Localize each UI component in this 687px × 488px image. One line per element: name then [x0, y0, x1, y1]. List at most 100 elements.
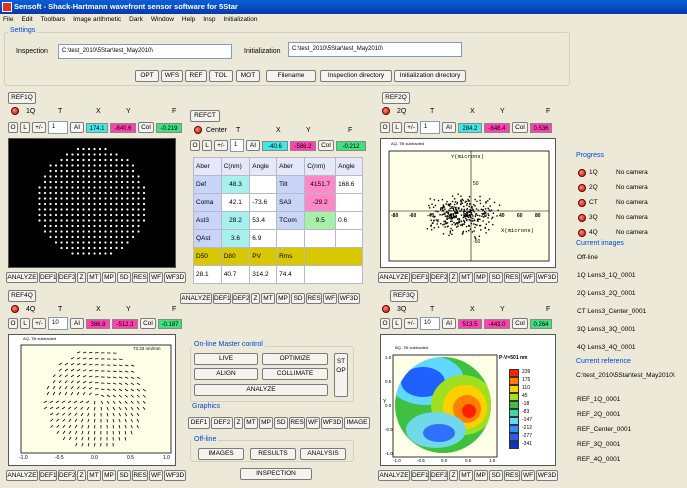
optimize-button[interactable]: OPTIMIZE: [262, 353, 328, 365]
menu-insp[interactable]: Insp: [203, 14, 215, 25]
panel-4q-ai-button[interactable]: AI: [70, 318, 84, 329]
panel-ct-res-button[interactable]: RES: [306, 293, 322, 304]
panel-1q-plusminus-button[interactable]: +/-: [32, 122, 46, 133]
panel-4q-def1-button[interactable]: DEF1: [39, 470, 57, 481]
menu-dark[interactable]: Dark: [129, 14, 143, 25]
filename-button[interactable]: Filename: [266, 70, 316, 82]
panel-4q-def2-button[interactable]: DEF2: [58, 470, 76, 481]
panel-ct-ai-button[interactable]: AI: [246, 140, 260, 151]
panel-3q-res-button[interactable]: RES: [504, 470, 520, 481]
panel-3q-analyze-button[interactable]: ANALYZE: [378, 470, 410, 481]
panel-ct-col-button[interactable]: Col: [318, 140, 334, 151]
panel-3q-plusminus-button[interactable]: +/-: [404, 318, 418, 329]
graphics-def2-button[interactable]: DEF2: [211, 417, 233, 429]
inspection-directory-button[interactable]: Inspection directory: [320, 70, 392, 82]
panel-3q-wf3d-button[interactable]: WF3D: [536, 470, 558, 481]
panel-2q-mp-button[interactable]: MP: [474, 272, 488, 283]
graphics-image-button[interactable]: IMAGE: [344, 417, 370, 429]
panel-1q-o-button[interactable]: O: [8, 122, 18, 133]
panel-2q-sd-button[interactable]: SD: [489, 272, 503, 283]
panel-1q-l-button[interactable]: L: [20, 122, 30, 133]
panel-1q-t-field[interactable]: 1: [48, 121, 68, 134]
panel-1q-def1-button[interactable]: DEF1: [39, 272, 57, 283]
panel-4q-t-field[interactable]: 10: [48, 317, 68, 330]
ref4q-button[interactable]: REF4Q: [8, 290, 36, 302]
panel-3q-o-button[interactable]: O: [380, 318, 390, 329]
panel-ct-mp-button[interactable]: MP: [276, 293, 290, 304]
panel-3q-ai-button[interactable]: AI: [442, 318, 456, 329]
panel-1q-mt-button[interactable]: MT: [87, 272, 101, 283]
panel-2q-wf-button[interactable]: WF: [521, 272, 535, 283]
graphics-wf-button[interactable]: WF: [306, 417, 320, 429]
tol-button[interactable]: TOL: [209, 70, 233, 82]
panel-2q-plusminus-button[interactable]: +/-: [404, 122, 418, 133]
menu-edit[interactable]: Edit: [21, 14, 32, 25]
panel-2q-o-button[interactable]: O: [380, 122, 390, 133]
menu-file[interactable]: File: [3, 14, 13, 25]
panel-ct-def2-button[interactable]: DEF2: [232, 293, 250, 304]
panel-3q-wf-button[interactable]: WF: [521, 470, 535, 481]
images-button[interactable]: IMAGES: [198, 448, 244, 460]
panel-4q-wf3d-button[interactable]: WF3D: [164, 470, 186, 481]
panel-1q-wf-button[interactable]: WF: [149, 272, 163, 283]
graphics-sd-button[interactable]: SD: [274, 417, 288, 429]
menu-image-arithmetic[interactable]: Image arithmetic: [73, 14, 121, 25]
panel-4q-analyze-button[interactable]: ANALYZE: [6, 470, 38, 481]
panel-2q-def2-button[interactable]: DEF2: [430, 272, 448, 283]
panel-ct-z-button[interactable]: Z: [251, 293, 260, 304]
panel-4q-z-button[interactable]: Z: [77, 470, 86, 481]
panel-2q-col-button[interactable]: Col: [512, 122, 528, 133]
menu-toolbars[interactable]: Toolbars: [41, 14, 66, 25]
opt-button[interactable]: OPT: [135, 70, 159, 82]
panel-ct-t-field[interactable]: 1: [230, 139, 244, 152]
panel-1q-sd-button[interactable]: SD: [117, 272, 131, 283]
panel-2q-z-button[interactable]: Z: [449, 272, 458, 283]
panel-ct-wf-button[interactable]: WF: [323, 293, 337, 304]
panel-ct-def1-button[interactable]: DEF1: [213, 293, 231, 304]
wfs-button[interactable]: WFS: [161, 70, 183, 82]
panel-2q-ai-button[interactable]: AI: [442, 122, 456, 133]
panel-3q-col-button[interactable]: Col: [512, 318, 528, 329]
ref2q-button[interactable]: REF2Q: [382, 92, 410, 104]
panel-4q-wf-button[interactable]: WF: [149, 470, 163, 481]
inspection-button[interactable]: INSPECTION: [240, 468, 312, 480]
panel-2q-t-field[interactable]: 1: [420, 121, 440, 134]
mot-button[interactable]: MOT: [236, 70, 260, 82]
panel-4q-mt-button[interactable]: MT: [87, 470, 101, 481]
panel-1q-mp-button[interactable]: MP: [102, 272, 116, 283]
panel-4q-plusminus-button[interactable]: +/-: [32, 318, 46, 329]
panel-ct-mt-button[interactable]: MT: [261, 293, 275, 304]
panel-4q-mp-button[interactable]: MP: [102, 470, 116, 481]
align-button[interactable]: ALIGN: [194, 368, 258, 380]
ref1q-button[interactable]: REF1Q: [8, 92, 36, 104]
collimate-button[interactable]: COLLIMATE: [262, 368, 328, 380]
panel-ct-wf3d-button[interactable]: WF3D: [338, 293, 360, 304]
live-button[interactable]: LIVE: [194, 353, 258, 365]
initialization-path-field[interactable]: C:\test_2010\5Star\test_May2010\: [288, 42, 462, 57]
panel-ct-sd-button[interactable]: SD: [291, 293, 305, 304]
graphics-mp-button[interactable]: MP: [259, 417, 273, 429]
graphics-wf3d-button[interactable]: WF3D: [321, 417, 343, 429]
panel-1q-def2-button[interactable]: DEF2: [58, 272, 76, 283]
panel-4q-o-button[interactable]: O: [8, 318, 18, 329]
panel-2q-def1-button[interactable]: DEF1: [411, 272, 429, 283]
panel-ct-l-button[interactable]: L: [202, 140, 212, 151]
panel-4q-res-button[interactable]: RES: [132, 470, 148, 481]
panel-4q-col-button[interactable]: Col: [140, 318, 156, 329]
panel-3q-z-button[interactable]: Z: [449, 470, 458, 481]
panel-3q-mp-button[interactable]: MP: [474, 470, 488, 481]
graphics-res-button[interactable]: RES: [289, 417, 305, 429]
panel-2q-l-button[interactable]: L: [392, 122, 402, 133]
ref3q-button[interactable]: REF3Q: [390, 290, 418, 302]
panel-4q-l-button[interactable]: L: [20, 318, 30, 329]
menu-initialization[interactable]: Initialization: [223, 14, 257, 25]
panel-1q-wf3d-button[interactable]: WF3D: [164, 272, 186, 283]
results-button[interactable]: RESULTS: [250, 448, 296, 460]
panel-1q-z-button[interactable]: Z: [77, 272, 86, 283]
analyze-button[interactable]: ANALYZE: [194, 384, 328, 396]
refct-button[interactable]: REFCT: [190, 110, 220, 122]
stop-button[interactable]: STOP: [334, 353, 348, 397]
panel-3q-mt-button[interactable]: MT: [459, 470, 473, 481]
graphics-def1-button[interactable]: DEF1: [188, 417, 210, 429]
inspection-path-field[interactable]: C:\test_2010\5Star\test_May2010\: [58, 44, 232, 59]
